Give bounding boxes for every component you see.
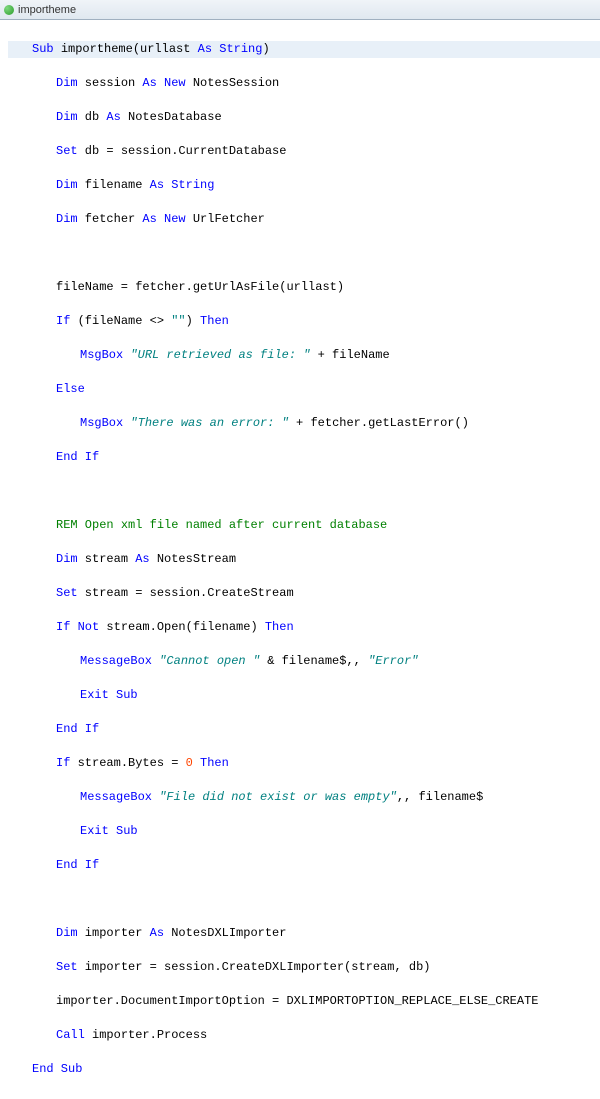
code-line: MsgBox "URL retrieved as file: " + fileN… <box>8 347 600 364</box>
code-line: Else <box>8 381 600 398</box>
code-line: Dim session As New NotesSession <box>8 75 600 92</box>
code-line: End If <box>8 857 600 874</box>
code-line: fileName = fetcher.getUrlAsFile(urllast) <box>8 279 600 296</box>
code-line: REM Open xml file named after current da… <box>8 517 600 534</box>
code-line: Call importer.Process <box>8 1027 600 1044</box>
code-line: If Not stream.Open(filename) Then <box>8 619 600 636</box>
function-icon <box>4 5 14 15</box>
code-line: End Sub <box>8 1061 600 1078</box>
code-line: MsgBox "There was an error: " + fetcher.… <box>8 415 600 432</box>
code-line: End If <box>8 449 600 466</box>
code-line: Exit Sub <box>8 687 600 704</box>
code-line: Dim importer As NotesDXLImporter <box>8 925 600 942</box>
code-line: Exit Sub <box>8 823 600 840</box>
code-line: Set importer = session.CreateDXLImporter… <box>8 959 600 976</box>
code-line: MessageBox "File did not exist or was em… <box>8 789 600 806</box>
code-line: MessageBox "Cannot open " & filename$,, … <box>8 653 600 670</box>
code-line: If (fileName <> "") Then <box>8 313 600 330</box>
code-line: Dim stream As NotesStream <box>8 551 600 568</box>
code-line <box>8 245 600 262</box>
code-line: If stream.Bytes = 0 Then <box>8 755 600 772</box>
tab-label: importheme <box>18 4 76 16</box>
code-line: Dim db As NotesDatabase <box>8 109 600 126</box>
code-line: Set db = session.CurrentDatabase <box>8 143 600 160</box>
code-line: Set stream = session.CreateStream <box>8 585 600 602</box>
code-line: End If <box>8 721 600 738</box>
code-line <box>8 891 600 908</box>
code-editor[interactable]: Sub importheme(urllast As String) Dim se… <box>0 20 600 1099</box>
code-line <box>8 483 600 500</box>
code-line: Dim filename As String <box>8 177 600 194</box>
code-line: Dim fetcher As New UrlFetcher <box>8 211 600 228</box>
tab-bar: importheme <box>0 0 600 20</box>
code-line: Sub importheme(urllast As String) <box>8 41 600 58</box>
code-line: importer.DocumentImportOption = DXLIMPOR… <box>8 993 600 1010</box>
